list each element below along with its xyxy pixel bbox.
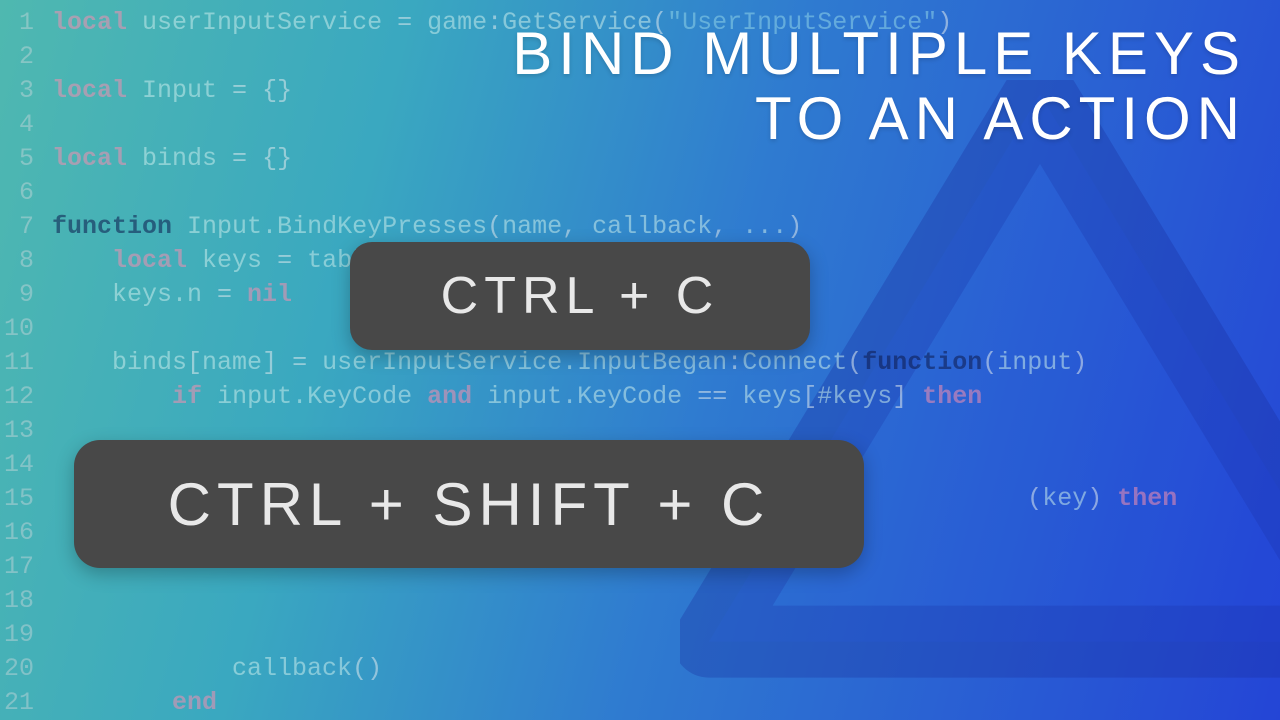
line-number: 6: [0, 176, 52, 210]
line-number: 12: [0, 380, 52, 414]
line-number: 13: [0, 414, 52, 448]
line-number: 11: [0, 346, 52, 380]
shortcut-text: CTRL + SHIFT + C: [168, 470, 771, 539]
line-number: 7: [0, 210, 52, 244]
headline: BIND MULTIPLE KEYS TO AN ACTION: [512, 22, 1246, 152]
line-number: 5: [0, 142, 52, 176]
shortcut-text: CTRL + C: [441, 266, 720, 326]
line-number: 18: [0, 584, 52, 618]
line-number: 14: [0, 448, 52, 482]
line-number: 20: [0, 652, 52, 686]
line-number: 2: [0, 40, 52, 74]
line-number: 16: [0, 516, 52, 550]
shortcut-pill-ctrl-shift-c: CTRL + SHIFT + C: [74, 440, 864, 568]
line-number: 17: [0, 550, 52, 584]
line-number: 4: [0, 108, 52, 142]
line-number: 3: [0, 74, 52, 108]
logo-shape: [680, 80, 1280, 720]
headline-line-1: BIND MULTIPLE KEYS: [512, 22, 1246, 87]
line-number: 9: [0, 278, 52, 312]
line-number: 15: [0, 482, 52, 516]
shortcut-pill-ctrl-c: CTRL + C: [350, 242, 810, 350]
thumbnail-stage: 1local userInputService = game:GetServic…: [0, 0, 1280, 720]
line-number: 8: [0, 244, 52, 278]
headline-line-2: TO AN ACTION: [512, 87, 1246, 152]
line-number: 10: [0, 312, 52, 346]
line-number: 19: [0, 618, 52, 652]
line-number: 21: [0, 686, 52, 720]
line-number: 1: [0, 6, 52, 40]
